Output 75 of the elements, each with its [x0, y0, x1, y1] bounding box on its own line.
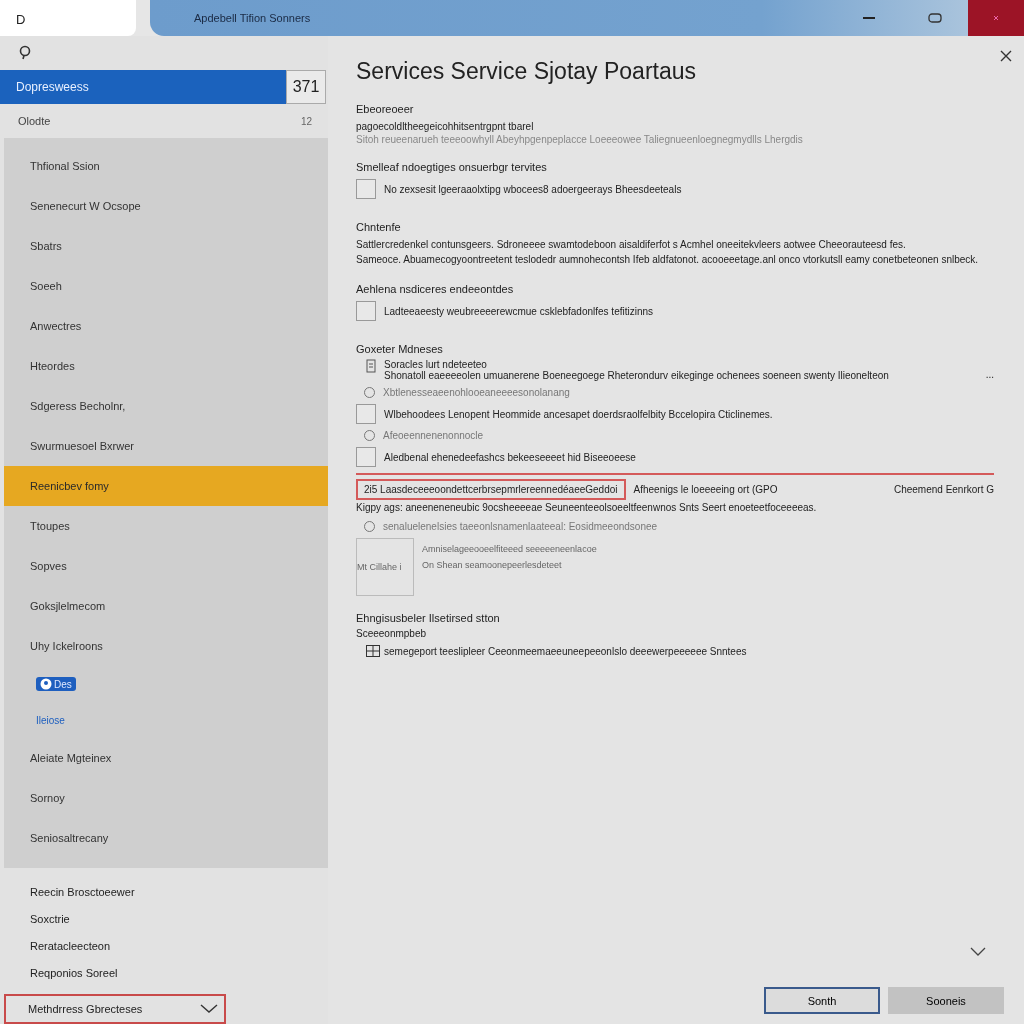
checkbox-label: Aledbenal ehenedeefashcs bekeeseeeet hid Biseeoeese [384, 451, 636, 463]
checkbox[interactable] [356, 447, 376, 467]
checkbox-label: Wlbehoodees Lenopent Heommide ancesapet doerdsraolfelbity Bccelopira Cticlinemes. [384, 408, 773, 420]
sidebar-link[interactable]: Ileiose [36, 714, 65, 726]
sidebar-item[interactable]: Seniosaltrecany [4, 818, 328, 858]
sidebar-item[interactable]: Hteordes [4, 346, 328, 386]
window-title: Apdebell Tifion Sonners [194, 12, 311, 24]
sidebar-item[interactable]: Reratacleecteon [4, 932, 328, 959]
section-title: Goxeter Mdneses [356, 343, 444, 355]
count-field: 371 [286, 70, 326, 104]
hint-text: Sitoh reueenarueh teeeoowhyll Abeyhpgenpeplacce Loeeeowee Taliegnueenloegnegmydlls Lhergdis [356, 134, 804, 145]
more-button[interactable]: ... [985, 369, 994, 380]
section-title: Aehlena nsdiceres endeeontdes [356, 283, 515, 295]
sidebar-item[interactable]: Sdgeress Becholnr, [4, 386, 328, 426]
sidebar-item[interactable]: Olodte [18, 115, 51, 127]
sidebar-item[interactable]: Senenecurt W Ocsope [4, 186, 328, 226]
radio-label: Afeoeennenenonnocle [383, 430, 484, 441]
sidebar-item[interactable]: Soxctrie [4, 905, 328, 932]
minimize-icon [863, 16, 875, 20]
close-icon [1000, 50, 1012, 62]
sidebar-item[interactable]: Soeeh [4, 266, 328, 306]
page-heading: Services Service Sjotay Poartaus [356, 58, 698, 85]
thumbnail-caption: Mt Cillahe i [357, 562, 402, 572]
secondary-button[interactable]: Sooneis [888, 987, 1004, 1014]
close-icon [993, 15, 999, 21]
checkbox[interactable] [356, 179, 376, 199]
detail-text: semegeport teeslipleer Ceeonmeemaeeuneepeeonlslo deeewerpeeeeee Snntees [384, 645, 747, 657]
item-count: 12 [300, 115, 312, 127]
checkbox[interactable] [356, 301, 376, 321]
body-text: Sattlercredenkel contunsgeers. Sdroneeee swamtodeboon aisaldiferfot s Acmhel oneeitekvleers aotwee Cheeorauteesd fes. [356, 238, 907, 252]
section-title: Smelleaf ndoegtiges onsuerbgr tervites [356, 161, 548, 173]
sidebar-item[interactable]: Anwectres [4, 306, 328, 346]
window-tab[interactable]: D [0, 0, 136, 36]
sidebar-item[interactable]: Sbatrs [4, 226, 328, 266]
body-text: pagoecoldltheegeicohhitsentrgpnt tbarel [356, 120, 535, 134]
dropdown[interactable]: Methdrress Gbrecteses [4, 994, 226, 1024]
sidebar-item[interactable]: Swurmuesoel Bxrwer [4, 426, 328, 466]
subsection-title: Sceeeonmpbeb [356, 628, 428, 639]
entry-text: Shonatoll eaeeeeolen umuanerene Boeneegoege Rheterondurv eikeginge ochenees soeneen swenty Ilieonelteon [384, 370, 890, 381]
detail-text: On Shean seamoonepeerlesdeteet [422, 560, 563, 570]
radio-label: senaluelenelsies taeeonlsnamenlaateeal: Eosidmeeondsonee [383, 521, 658, 532]
sidebar-item[interactable]: Reenicbev fomy [4, 466, 328, 506]
chevron-down-icon [200, 1004, 218, 1014]
detail-text: Amniselageeooeelfiteeed seeeeeneenlacoe [422, 544, 597, 554]
sidebar-item[interactable]: Thfional Ssion [4, 146, 328, 186]
primary-button[interactable]: Sonth [764, 987, 880, 1014]
document-icon [366, 359, 376, 373]
search-icon [18, 45, 32, 61]
checkbox-label: No zexsesit lgeeraaolxtipg wbocees8 adoergeerays Bheesdeeteals [384, 183, 682, 195]
radio-label: Xbtlenesseaeenohlooeaneeeesonolanang [383, 387, 570, 398]
section-title: Ehngisusbeler Ilsetirsed stton [356, 612, 501, 624]
field-hint: Afheenigs le loeeeeing ort (GPO [633, 484, 779, 495]
sidebar-item[interactable]: Sopves [4, 546, 328, 586]
chevron-down-icon [970, 947, 986, 957]
sidebar-header-item[interactable]: Dopresweess [0, 70, 286, 104]
sidebar-item[interactable]: Ttoupes [4, 506, 328, 546]
body-text: Sameoce. Abuamecogyoontreetent teslodedr aumnohecontsh Ifeb aldfatonot. acooeeetage.anl onco vtorkutsll eamy conetbeteonen snlbeck. [356, 253, 980, 267]
checkbox[interactable] [356, 404, 376, 424]
sidebar-item[interactable]: Uhy Ickelroons [4, 626, 328, 666]
sidebar-badge[interactable]: Des [36, 677, 76, 691]
sidebar-item[interactable]: Reqponios Soreel [4, 959, 328, 986]
body-text: Kigpy ags: aneeneneneubic 9ocsheeeeae Seuneenteeolsoeeltfeenwnos Snts Seert enoeteetfoceeeeas. [356, 501, 818, 515]
input-field[interactable]: 2i5 LaasdeceeeoondettcerbrsepmrlereennedéaeeGeddoi [356, 479, 626, 500]
section-title: Ebeoreoeer [356, 103, 415, 115]
sidebar-item[interactable]: Sornoy [4, 778, 328, 818]
grid-icon [366, 645, 380, 657]
section-title: Chntenfe [356, 221, 402, 233]
sidebar-item[interactable]: Aleiate Mgteinex [4, 738, 328, 778]
sidebar-item[interactable]: Reecin Brosctoeewer [4, 878, 328, 905]
checkbox-label: Ladteeaeesty weubreeeerewcmue csklebfadonlfes tefitizinns [384, 305, 654, 317]
field-action[interactable]: Cheemend Eenrkort G [893, 484, 994, 495]
sidebar-item[interactable]: Goksjlelmecom [4, 586, 328, 626]
person-icon [40, 678, 52, 690]
maximize-icon [928, 13, 942, 23]
entry-title: Soracles lurt ndeteeteo [384, 359, 488, 370]
